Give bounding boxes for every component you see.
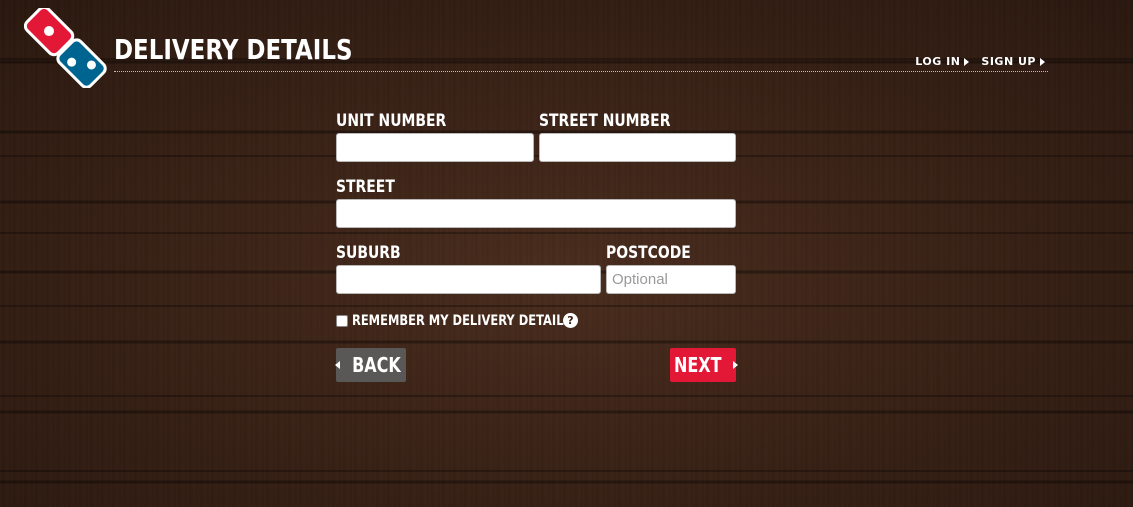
unit-number-input[interactable] [336, 133, 534, 162]
login-link[interactable]: LOG IN [915, 55, 970, 68]
street-input[interactable] [336, 199, 736, 228]
street-number-label: STREET NUMBER [539, 111, 671, 131]
postcode-label: POSTCODE [606, 243, 691, 263]
suburb-label: SUBURB [336, 243, 401, 263]
page-title: DELIVERY DETAILS [114, 33, 353, 66]
suburb-input[interactable] [336, 265, 601, 294]
next-button[interactable]: NEXT [670, 348, 739, 382]
back-button-label: BACK [352, 353, 401, 377]
signup-link-label: SIGN UP [981, 55, 1036, 68]
help-icon[interactable]: ? [563, 313, 578, 328]
back-button[interactable]: BACK [335, 348, 406, 382]
chevron-right-icon [1040, 57, 1045, 66]
chevron-left-icon [335, 361, 341, 369]
auth-links: LOG IN SIGN UP [915, 55, 1045, 68]
next-button-label: NEXT [673, 353, 722, 377]
remember-details-checkbox[interactable] [336, 315, 348, 327]
remember-details-row: REMEMBER MY DELIVERY DETAILS [336, 313, 580, 329]
dominos-logo-icon[interactable] [23, 5, 108, 89]
background-plank-divider [0, 232, 1133, 234]
login-link-label: LOG IN [915, 55, 961, 68]
chevron-right-icon [964, 57, 970, 66]
signup-link[interactable]: SIGN UP [981, 55, 1045, 68]
postcode-input[interactable] [606, 265, 736, 294]
header-divider [114, 71, 1048, 72]
street-label: STREET [336, 177, 395, 197]
unit-number-label: UNIT NUMBER [336, 111, 447, 131]
background-plank-divider [0, 395, 1133, 397]
background-plank-divider [0, 305, 1133, 307]
background-plank-divider [0, 470, 1133, 472]
remember-details-label: REMEMBER MY DELIVERY DETAILS [352, 313, 572, 329]
street-number-input[interactable] [539, 133, 736, 162]
chevron-right-icon [733, 361, 739, 369]
